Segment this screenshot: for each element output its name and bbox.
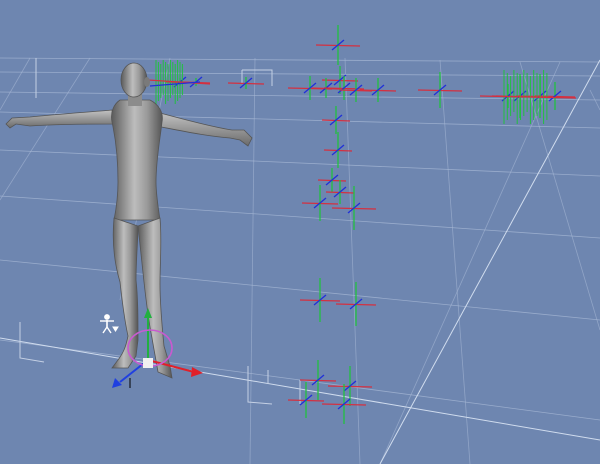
grid-line <box>519 61 600 331</box>
joint-marker-11[interactable] <box>317 168 347 192</box>
ear <box>144 77 150 87</box>
skeleton-joint-markers[interactable] <box>147 25 577 424</box>
torso[interactable] <box>111 99 163 221</box>
joint-marker-cluster-head[interactable] <box>147 60 211 104</box>
3d-viewport[interactable] <box>0 0 600 464</box>
joint-marker-26[interactable] <box>534 82 576 110</box>
joint-marker-20[interactable] <box>321 384 367 424</box>
grid-line <box>0 149 600 177</box>
head[interactable] <box>120 62 148 98</box>
grid-line <box>439 59 471 464</box>
joint-marker-6[interactable] <box>359 78 397 102</box>
grid-line <box>0 259 600 321</box>
right-leg[interactable] <box>137 217 173 379</box>
joint-marker-7[interactable] <box>227 77 265 89</box>
left-leg[interactable] <box>111 217 139 369</box>
figure-manipulator-icon[interactable] <box>100 314 119 334</box>
grid-line <box>0 57 31 111</box>
grid-line <box>379 59 600 464</box>
joint-marker-16[interactable] <box>335 282 377 326</box>
joint-marker-9[interactable] <box>321 106 351 134</box>
grid-line <box>0 71 600 77</box>
grid-line <box>0 195 600 239</box>
grid-line <box>0 57 91 201</box>
grid-line <box>379 61 561 464</box>
human-figure[interactable] <box>5 62 253 379</box>
joint-marker-0[interactable] <box>315 25 361 65</box>
grid-line <box>344 57 361 464</box>
joint-marker-15[interactable] <box>299 278 341 322</box>
scene-canvas[interactable] <box>0 0 600 464</box>
joint-marker-8[interactable] <box>417 72 463 108</box>
